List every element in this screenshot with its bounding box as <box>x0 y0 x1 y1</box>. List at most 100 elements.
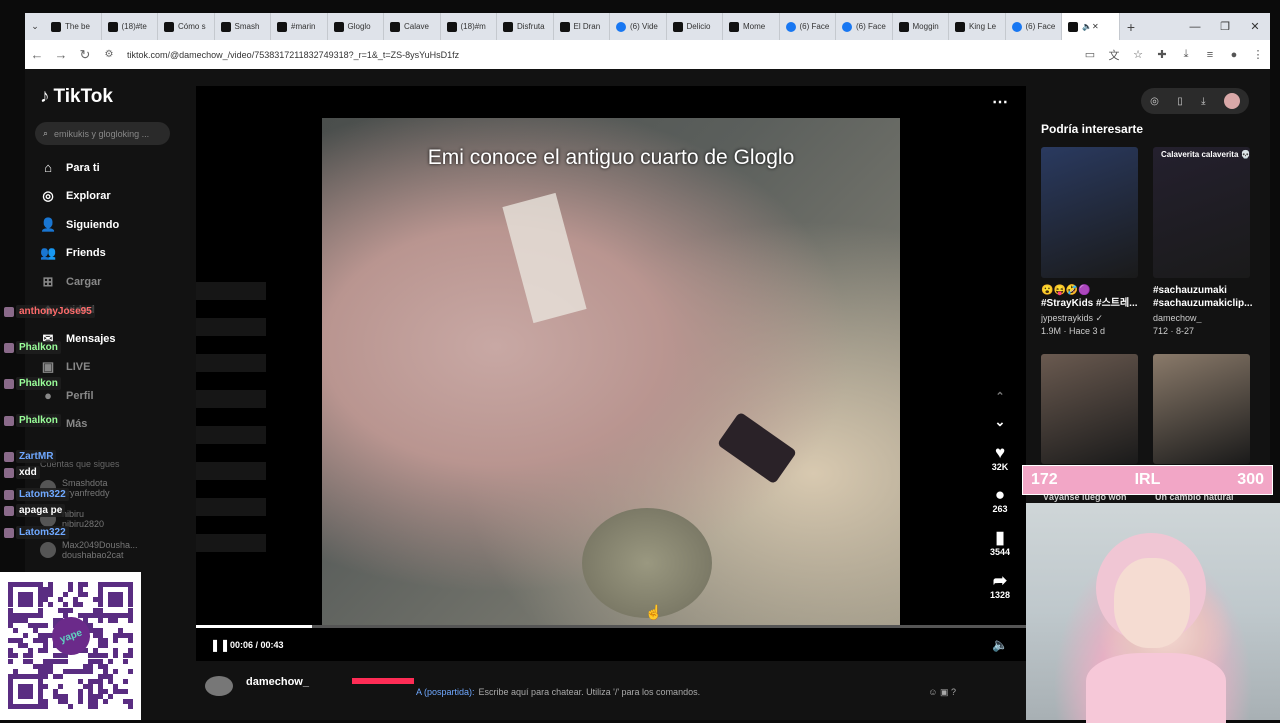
browser-tab[interactable]: Moggin <box>893 13 949 40</box>
qr-module <box>43 684 48 690</box>
following-item[interactable]: Max2049Dousha... doushabao2cat <box>40 540 138 560</box>
tiktok-icon <box>955 21 965 32</box>
tiktok-logo[interactable]: ♪ TikTok <box>40 86 113 108</box>
sidebar-item-perfil[interactable]: ● Perfil <box>40 388 93 403</box>
facebook-icon <box>842 21 852 32</box>
tiktok-icon <box>333 21 344 32</box>
video-thumbnail[interactable] <box>1153 147 1250 278</box>
save-button[interactable]: ▮ 3544 <box>988 529 1012 558</box>
chat-message: Latom322 <box>4 488 69 501</box>
video-frame[interactable] <box>322 118 900 626</box>
url-field[interactable]: tiktok.com/@damechow_/video/753831721183… <box>127 50 1078 60</box>
browser-tab[interactable]: (6) Face <box>1006 13 1062 40</box>
qr-module <box>128 638 133 644</box>
card-line3: 712 · 8-27 <box>1153 326 1195 336</box>
profile-avatar-icon[interactable]: ● <box>1222 49 1246 61</box>
close-tab-icon[interactable]: ✕ <box>1092 22 1099 31</box>
maximize-icon[interactable]: ❐ <box>1210 20 1240 33</box>
qr-module <box>43 704 48 710</box>
prev-video-icon[interactable]: ⌃ <box>988 390 1012 403</box>
qr-module <box>118 602 123 608</box>
browser-tab[interactable]: El Dran <box>554 13 610 40</box>
browser-tab[interactable]: The be <box>45 13 102 40</box>
new-tab-button[interactable]: + <box>1120 19 1142 35</box>
qr-module <box>48 592 53 598</box>
chat-badge-icon <box>4 378 14 389</box>
sidebar-item-siguiendo[interactable]: 👤 Siguiendo <box>40 217 119 233</box>
user-avatar[interactable] <box>1223 93 1240 109</box>
friends-icon: 👥 <box>40 245 57 260</box>
comment-button[interactable]: ● 263 <box>988 486 1012 515</box>
chat-badge-icon <box>4 306 14 317</box>
download-app-icon[interactable]: ⤓ <box>1201 96 1205 107</box>
browser-tab[interactable]: Calave <box>384 13 441 40</box>
card-line3: 1.9M · Hace 3 d <box>1041 326 1106 336</box>
qr-module <box>93 704 98 710</box>
forward-icon[interactable]: → <box>49 47 73 62</box>
qr-module <box>113 638 118 644</box>
video-thumbnail[interactable] <box>1153 354 1250 464</box>
video-thumbnail[interactable] <box>1041 147 1138 278</box>
translate-icon[interactable]: 文 <box>1102 47 1126 63</box>
video-thumbnail[interactable] <box>1041 354 1138 464</box>
browser-tab[interactable]: (6) Vide <box>610 13 667 40</box>
audio-icon[interactable]: 🔈 <box>1082 22 1092 31</box>
facebook-icon <box>785 21 796 32</box>
chat-badge-icon <box>4 527 14 538</box>
browser-tab[interactable]: #marin <box>271 13 328 40</box>
close-window-icon[interactable]: ✕ <box>1240 20 1270 33</box>
stream-chat-input[interactable]: A (pospartida): Escribe aquí para chatea… <box>196 679 1026 705</box>
chat-badge-icon <box>4 505 14 516</box>
profile-icon: ● <box>44 388 52 403</box>
more-options-icon[interactable]: ⋯ <box>992 92 1008 112</box>
sidebar-item-live[interactable]: ▣ LIVE <box>40 359 91 375</box>
sidebar-item-parati[interactable]: ⌂ Para ti <box>40 160 100 175</box>
back-icon[interactable]: ← <box>25 47 49 62</box>
browser-tab[interactable]: (18)#m <box>441 13 497 40</box>
share-button[interactable]: ➦ 1328 <box>988 572 1012 601</box>
sidebar-item-explorar[interactable]: ◎ Explorar <box>40 188 110 204</box>
browser-tab[interactable]: (6) Face <box>780 13 836 40</box>
search-input[interactable]: ⌕ emikukis y glogloking ... <box>35 122 170 145</box>
next-video-icon[interactable]: ⌄ <box>988 414 1012 430</box>
bookmark-star-icon[interactable]: ☆ <box>1126 48 1150 61</box>
minimize-icon[interactable]: — <box>1180 21 1210 33</box>
site-info-icon[interactable]: ⚙ <box>97 49 121 60</box>
sidebar-item-friends[interactable]: 👥 Friends <box>40 245 106 261</box>
device-icon[interactable]: ▯ <box>1177 96 1183 107</box>
pause-icon[interactable]: ❚❚ <box>210 638 230 652</box>
emote-icon[interactable]: ☺ ▣ ? <box>928 687 956 698</box>
browser-tab[interactable]: King Le <box>949 13 1006 40</box>
browser-tab[interactable]: Cómo s <box>158 13 215 40</box>
reload-icon[interactable]: ↻ <box>73 47 97 63</box>
install-icon[interactable]: ▭ <box>1078 48 1102 61</box>
browser-tab[interactable]: 🔈 ✕ <box>1062 13 1120 40</box>
browser-tab[interactable]: (6) Face <box>836 13 893 40</box>
browser-tab[interactable]: Gloglo <box>328 13 384 40</box>
browser-tab[interactable]: Disfruta <box>497 13 554 40</box>
qr-module <box>113 668 118 674</box>
chat-badge-icon <box>4 489 14 500</box>
card-line2[interactable]: damechow_ <box>1153 313 1253 323</box>
browser-tab[interactable]: Mome <box>723 13 780 40</box>
media-icon[interactable]: ≡ <box>1198 49 1222 61</box>
qr-module <box>68 607 73 613</box>
browser-tab[interactable]: (18)#te <box>102 13 158 40</box>
sidebar-item-cargar[interactable]: ⊞ Cargar <box>40 274 102 290</box>
download-icon[interactable]: ⤓ <box>1174 48 1198 61</box>
webcam-face <box>1114 558 1190 648</box>
browser-tab[interactable]: Delicio <box>667 13 723 40</box>
chat-badge-icon <box>4 342 14 353</box>
volume-icon[interactable]: 🔈 <box>992 637 1008 653</box>
card-line2[interactable]: jypestraykids ✓ <box>1041 313 1141 324</box>
browser-tab[interactable]: Smash <box>215 13 271 40</box>
avatar <box>40 542 56 558</box>
browser-menu-icon[interactable]: ⋮ <box>1246 48 1270 61</box>
thumbnail-title: Calaverita calaverita 💀 <box>1161 150 1251 159</box>
tab-search-icon[interactable]: ⌄ <box>25 21 45 32</box>
top-right-toolbar: ◎ ▯ ⤓ <box>1141 88 1249 114</box>
like-button[interactable]: ♥ 32K <box>988 444 1012 473</box>
coin-icon[interactable]: ◎ <box>1150 96 1159 107</box>
extensions-icon[interactable]: ✚ <box>1150 48 1174 61</box>
progress-bar[interactable] <box>196 625 1026 628</box>
